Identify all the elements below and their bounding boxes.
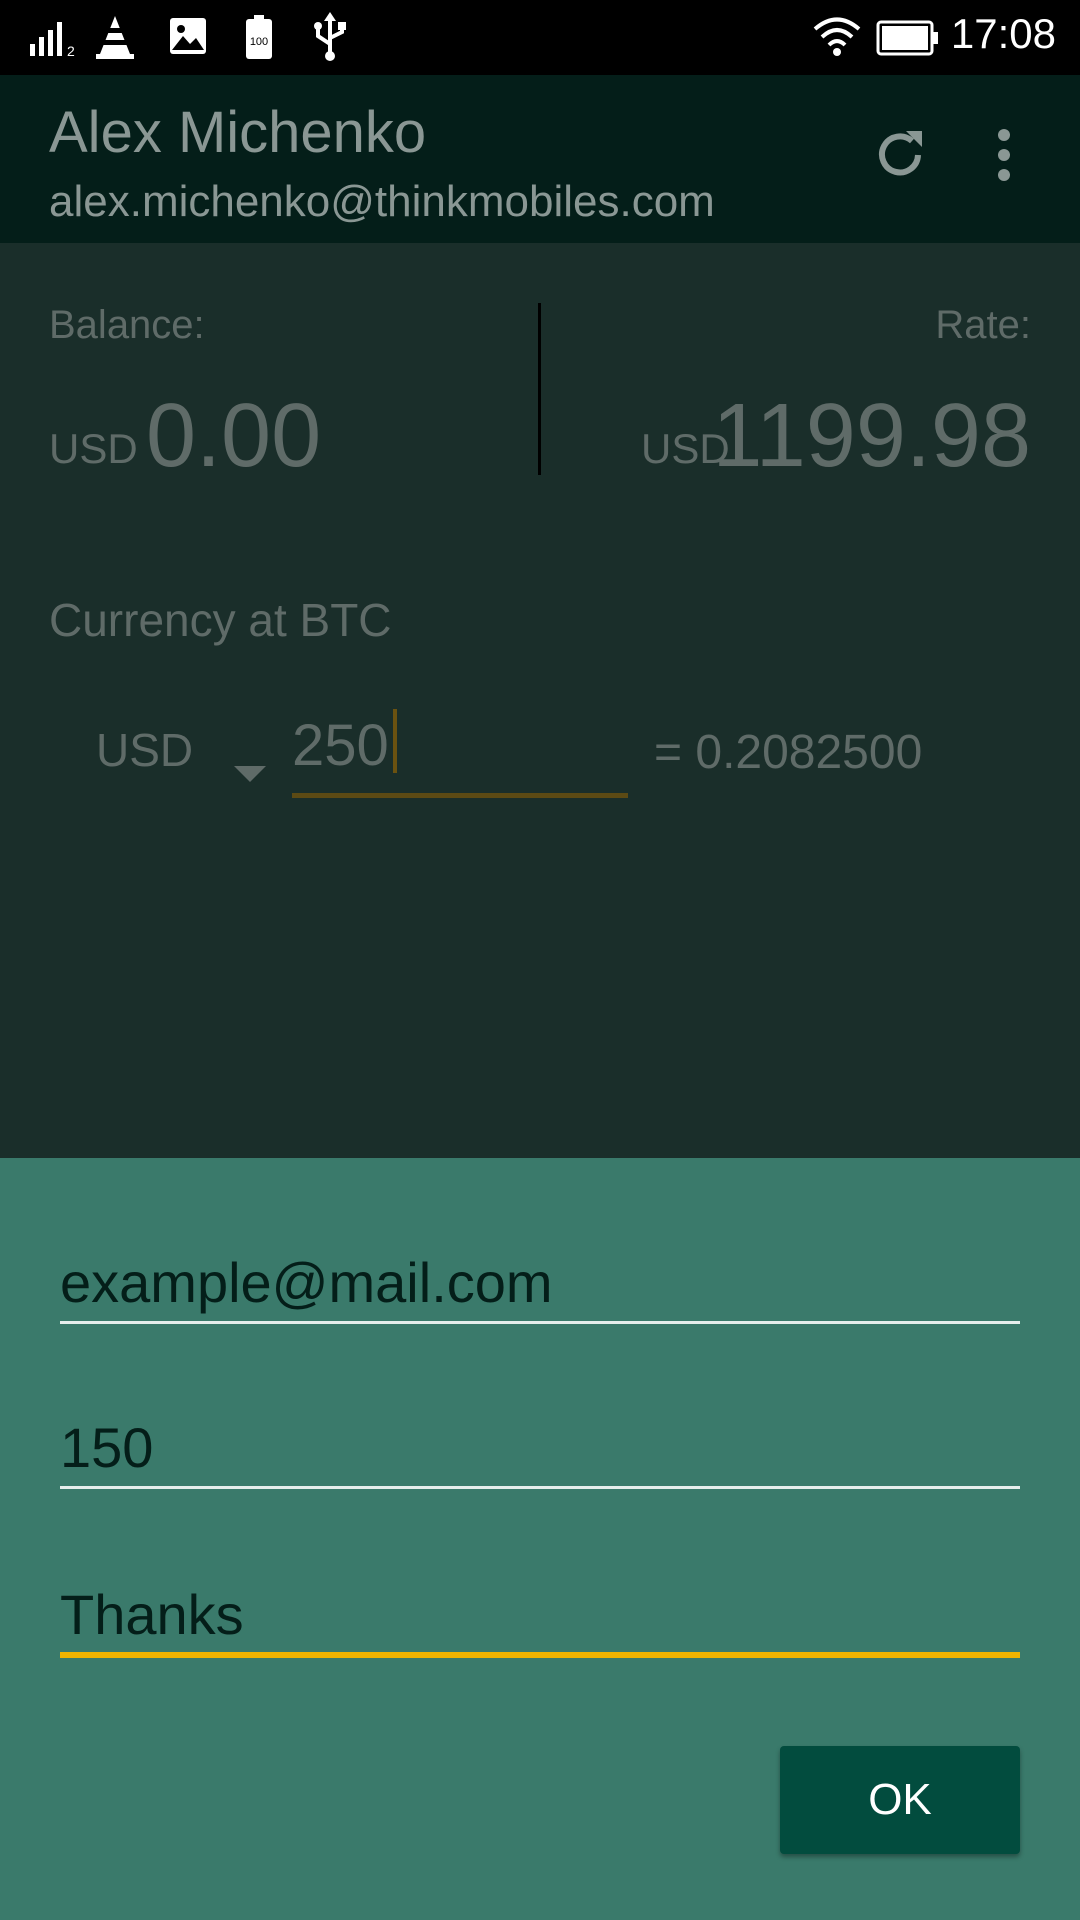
text-cursor (393, 709, 398, 773)
balance-label: Balance: (49, 303, 205, 347)
account-email: alex.michenko@thinkmobiles.com (49, 177, 715, 226)
svg-text:2: 2 (67, 43, 75, 58)
email-field-underline (60, 1321, 1020, 1324)
rate-value: 1199.98 (712, 386, 1031, 486)
vlc-icon (94, 14, 136, 65)
account-name: Alex Michenko (49, 100, 427, 165)
email-field[interactable] (60, 1246, 1020, 1318)
usb-icon (310, 12, 350, 67)
amount-underline (292, 793, 628, 798)
message-field-underline (60, 1652, 1020, 1658)
battery-saver-icon: 100 (244, 14, 274, 65)
currency-select-value: USD (96, 724, 194, 776)
svg-text:100: 100 (250, 36, 268, 48)
message-field[interactable] (60, 1578, 1020, 1650)
refresh-icon[interactable] (870, 125, 930, 190)
signal-icon: 2 (28, 18, 82, 63)
amount-field-underline (60, 1486, 1020, 1489)
app-bar: Alex Michenko alex.michenko@thinkmobiles… (0, 75, 1080, 243)
status-bar: 2 100 17:08 (0, 0, 1080, 75)
amount-input[interactable]: 250 (292, 709, 628, 798)
ok-button[interactable]: OK (780, 1746, 1020, 1854)
wifi-icon (812, 16, 862, 61)
gallery-icon (168, 16, 208, 61)
amount-input-value: 250 (292, 713, 389, 778)
rate-label: Rate: (935, 303, 1031, 347)
send-bottom-sheet: OK (0, 1158, 1080, 1920)
divider (538, 303, 541, 475)
dropdown-arrow-icon (234, 741, 266, 795)
more-options-icon[interactable] (992, 127, 1016, 188)
converter-title: Currency at BTC (49, 594, 392, 646)
balance-value: 0.00 (146, 386, 322, 486)
btc-result: = 0.2082500 (654, 726, 923, 779)
wallet-overview: Balance: USD 0.00 Rate: USD 1199.98 Curr… (0, 243, 1080, 1158)
battery-icon (876, 20, 940, 61)
currency-select[interactable]: USD (96, 723, 271, 782)
amount-field[interactable] (60, 1411, 1020, 1483)
clock: 17:08 (950, 10, 1056, 57)
balance-currency: USD (49, 425, 138, 472)
